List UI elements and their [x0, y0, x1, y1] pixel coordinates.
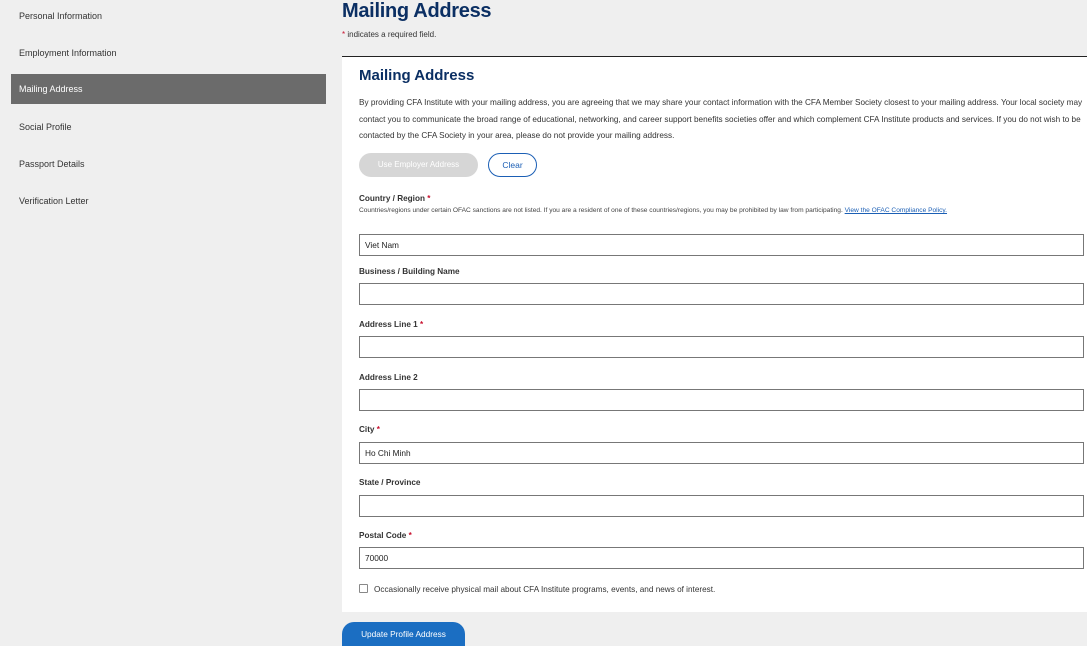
- address-line-1-input[interactable]: [359, 336, 1084, 358]
- sidebar-item-mailing-address[interactable]: Mailing Address: [11, 74, 326, 104]
- country-required-star: *: [427, 194, 431, 203]
- country-help-body: Countries/regions under certain OFAC san…: [359, 207, 845, 214]
- postal-required-star: *: [408, 531, 412, 540]
- city-label: City *: [359, 425, 380, 434]
- country-select[interactable]: Viet Nam: [359, 234, 1084, 256]
- country-help-text: Countries/regions under certain OFAC san…: [359, 206, 1071, 216]
- postal-code-input[interactable]: 70000: [359, 547, 1084, 569]
- mailing-address-card: Mailing Address By providing CFA Institu…: [342, 56, 1087, 612]
- main-content: Mailing Address * indicates a required f…: [342, 0, 1087, 646]
- update-profile-address-button[interactable]: Update Profile Address: [342, 622, 465, 646]
- address-line-2-input[interactable]: [359, 389, 1084, 411]
- sidebar-item-personal-information[interactable]: Personal Information: [11, 1, 326, 31]
- page-title: Mailing Address: [342, 0, 492, 22]
- country-label: Country / Region *: [359, 194, 430, 203]
- clear-button[interactable]: Clear: [488, 153, 537, 177]
- ofac-policy-link[interactable]: View the OFAC Compliance Policy.: [845, 207, 947, 214]
- sidebar-nav: Personal Information Employment Informat…: [0, 0, 342, 646]
- postal-label-text: Postal Code: [359, 531, 407, 540]
- city-input[interactable]: Ho Chi Minh: [359, 442, 1084, 464]
- business-label: Business / Building Name: [359, 267, 460, 276]
- address2-label: Address Line 2: [359, 373, 418, 382]
- address1-required-star: *: [419, 320, 424, 329]
- business-name-input[interactable]: [359, 283, 1084, 305]
- mail-optin-checkbox[interactable]: [359, 584, 368, 593]
- card-description: By providing CFA Institute with your mai…: [359, 98, 1083, 140]
- required-note-text: indicates a required field.: [345, 30, 437, 39]
- card-title: Mailing Address: [359, 67, 475, 84]
- mail-optin-label: Occasionally receive physical mail about…: [374, 585, 716, 594]
- use-employer-address-button[interactable]: Use Employer Address: [359, 153, 478, 177]
- mail-optin-row: Occasionally receive physical mail about…: [359, 584, 715, 594]
- sidebar-item-passport-details[interactable]: Passport Details: [11, 149, 326, 179]
- city-label-text: City: [359, 425, 375, 434]
- sidebar-item-social-profile[interactable]: Social Profile: [11, 112, 326, 142]
- required-note: * indicates a required field.: [342, 30, 436, 39]
- postal-label: Postal Code *: [359, 531, 412, 540]
- address1-label-text: Address Line 1: [359, 320, 418, 329]
- sidebar-item-verification-letter[interactable]: Verification Letter: [11, 186, 326, 216]
- address1-label: Address Line 1 *: [359, 320, 423, 329]
- country-label-text: Country / Region: [359, 194, 425, 203]
- sidebar-item-employment-information[interactable]: Employment Information: [11, 38, 326, 68]
- state-label: State / Province: [359, 478, 421, 487]
- city-required-star: *: [376, 425, 380, 434]
- state-province-input[interactable]: [359, 495, 1084, 517]
